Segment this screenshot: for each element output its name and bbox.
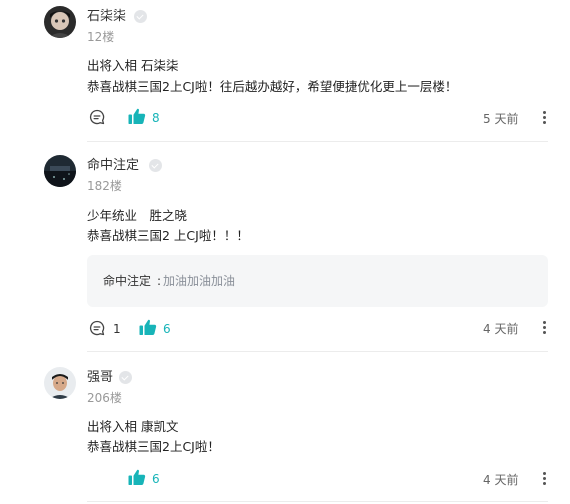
more-options-icon[interactable] — [543, 321, 547, 336]
comment-line: 出将入相 康凯文 — [87, 419, 179, 434]
reply-button[interactable] — [89, 109, 105, 129]
timestamp: 4 天前 — [483, 322, 519, 336]
quote-separator: : — [157, 274, 162, 288]
like-button[interactable] — [139, 319, 157, 340]
floor-number: 182楼 — [87, 179, 122, 193]
username[interactable]: 强哥 — [87, 369, 113, 387]
reply-button[interactable] — [89, 320, 105, 340]
comment-line: 恭喜战棋三国2上CJ啦！往后越办越好，希望便捷优化更上一层楼！ — [87, 79, 458, 94]
thumbs-up-icon — [128, 469, 146, 485]
avatar[interactable] — [44, 155, 76, 187]
like-count: 6 — [163, 322, 171, 336]
verified-badge-icon — [134, 10, 147, 23]
more-options-icon[interactable] — [543, 111, 547, 126]
like-button[interactable] — [128, 108, 146, 129]
like-count: 6 — [152, 472, 160, 486]
quote-username[interactable]: 命中注定 — [103, 272, 151, 290]
like-button[interactable] — [128, 469, 146, 490]
username[interactable]: 石柒柒 — [87, 8, 126, 26]
floor-number: 206楼 — [87, 391, 122, 405]
avatar[interactable] — [44, 6, 76, 38]
more-options-icon[interactable] — [543, 472, 547, 487]
divider — [87, 351, 548, 352]
like-count: 8 — [152, 111, 160, 125]
thumbs-up-icon — [139, 319, 157, 335]
quote-text: 加油加油加油 — [163, 274, 236, 288]
comment-line: 恭喜战棋三国2 上CJ啦！！！ — [87, 228, 249, 243]
divider — [87, 141, 548, 142]
comment-icon — [89, 109, 105, 125]
thumbs-up-icon — [128, 108, 146, 124]
verified-badge-icon — [149, 159, 162, 172]
comment-line: 少年统业 胜之晓 — [87, 208, 188, 223]
floor-number: 12楼 — [87, 30, 115, 44]
username[interactable]: 命中注定 — [87, 157, 139, 175]
verified-badge-icon — [119, 371, 132, 384]
divider — [87, 501, 548, 502]
reply-count: 1 — [113, 322, 121, 336]
timestamp: 5 天前 — [483, 112, 519, 126]
quoted-reply[interactable]: 命中注定 : 加油加油加油 — [87, 255, 548, 307]
comment-line: 出将入相 石柒柒 — [87, 58, 179, 73]
comment-icon — [89, 320, 105, 336]
comment-line: 恭喜战棋三国2上CJ啦！ — [87, 439, 220, 454]
avatar[interactable] — [44, 367, 76, 399]
timestamp: 4 天前 — [483, 473, 519, 487]
